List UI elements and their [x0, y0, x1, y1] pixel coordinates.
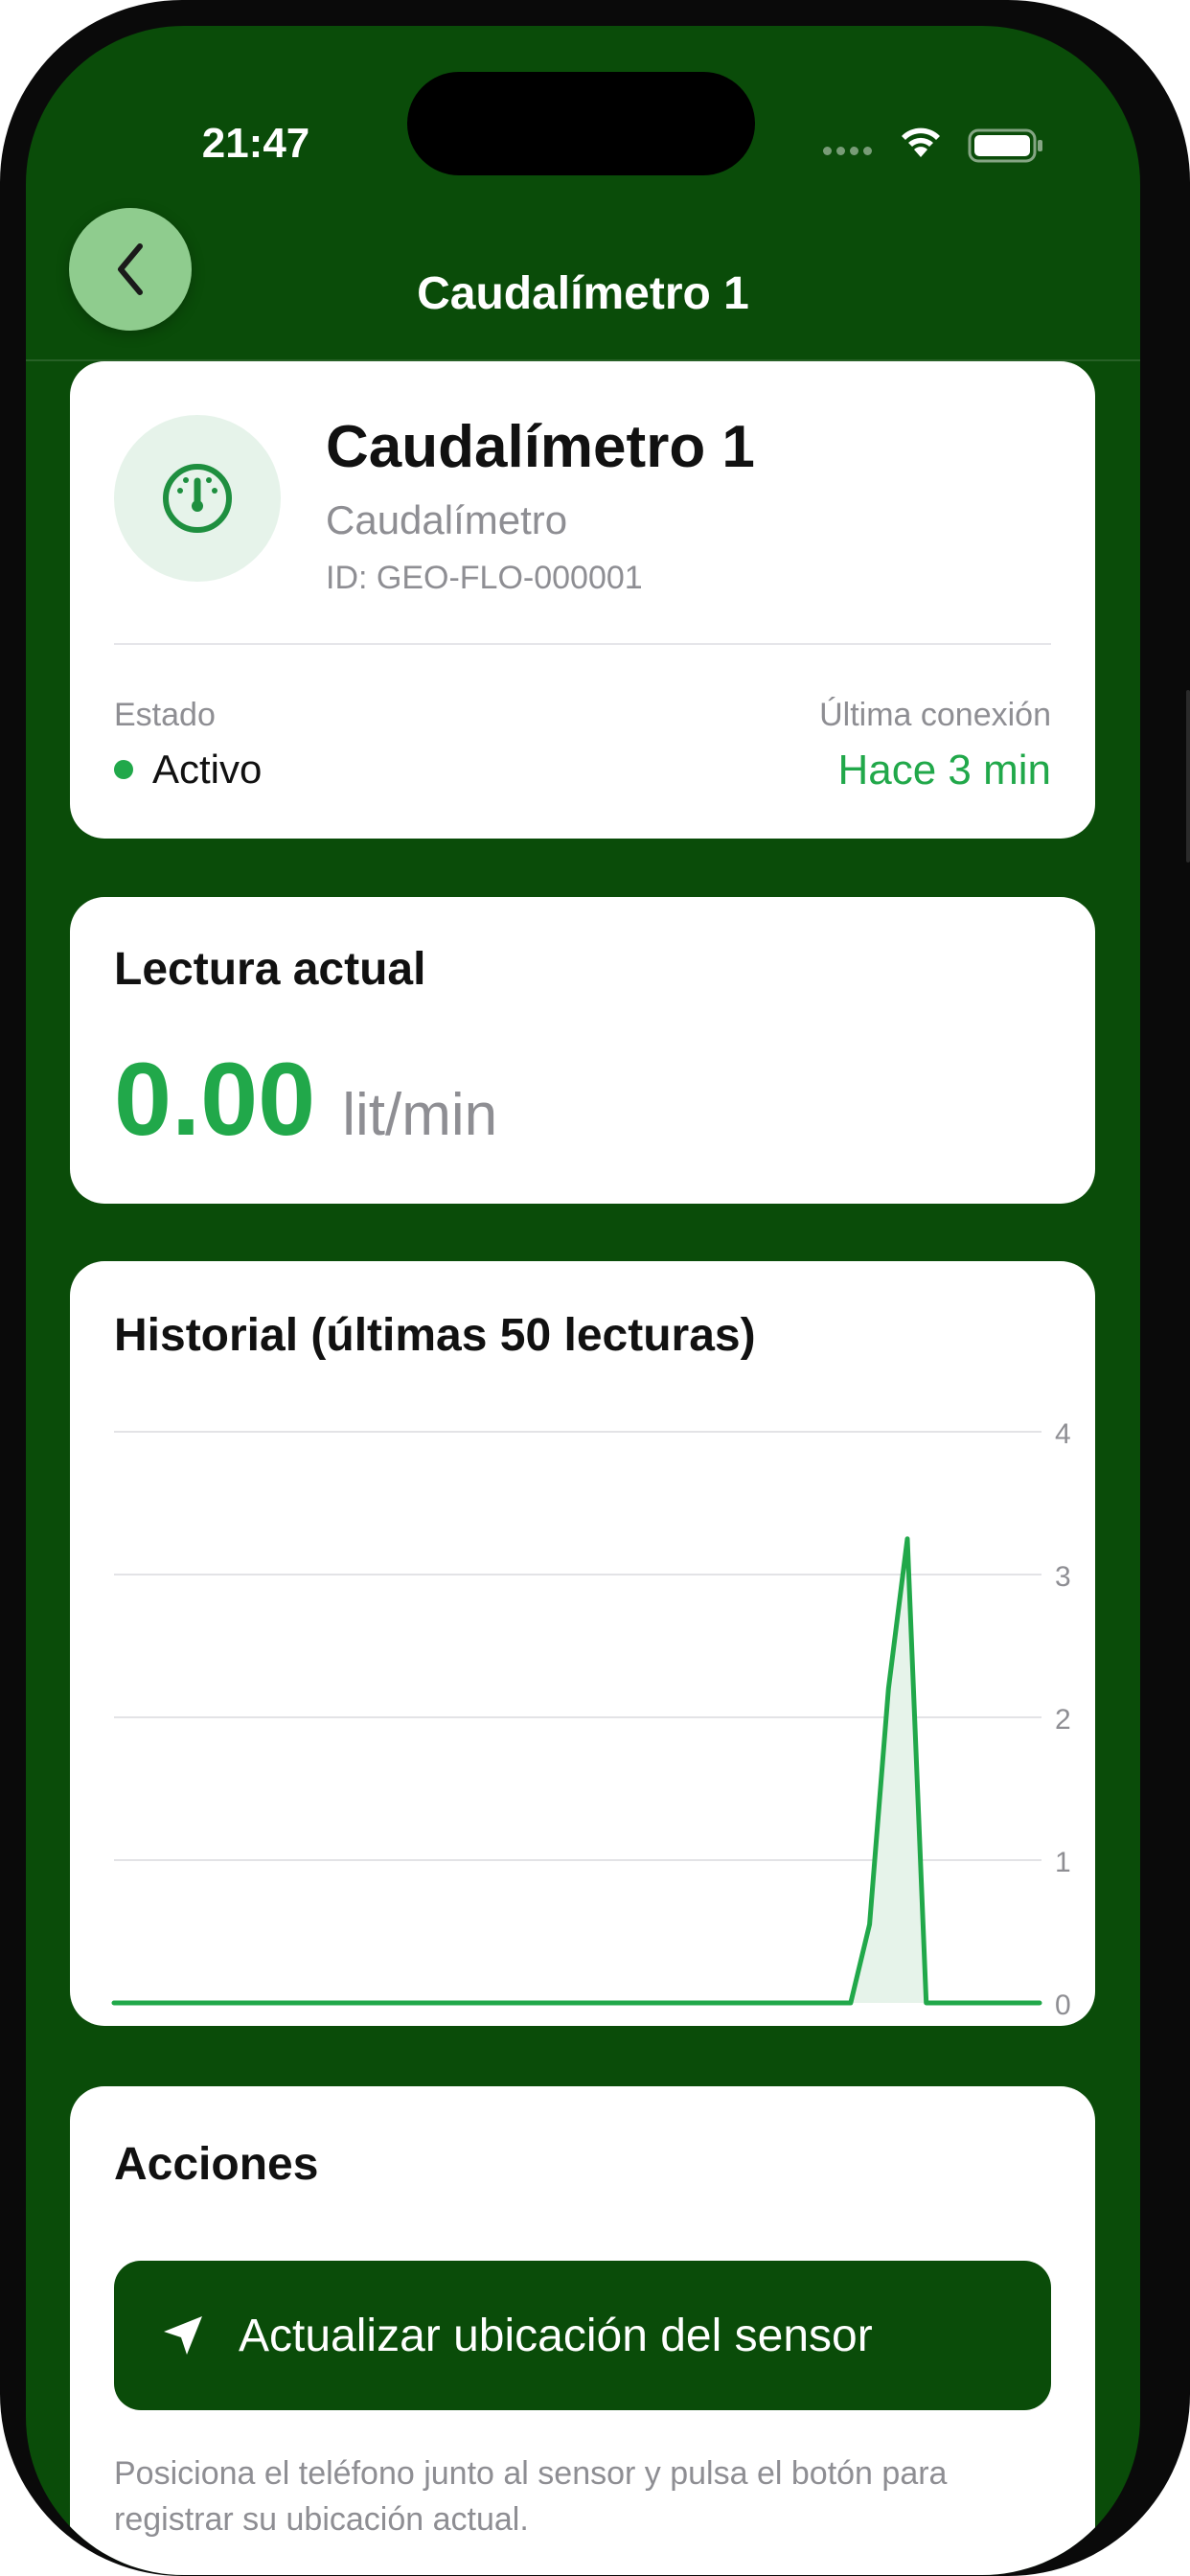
- nav-title: Caudalímetro 1: [417, 268, 749, 319]
- last-connection-value: Hace 3 min: [837, 747, 1051, 794]
- sensor-info-card: Caudalímetro 1 Caudalímetro ID: GEO-FLO-…: [70, 361, 1095, 839]
- last-connection-label: Última conexión: [819, 697, 1051, 733]
- history-card: Historial (últimas 50 lecturas) 01234: [70, 1261, 1095, 2026]
- back-button[interactable]: [69, 208, 192, 331]
- chevron-left-icon: [118, 243, 143, 295]
- status-dot-icon: [114, 760, 133, 779]
- sensor-icon-badge: [114, 415, 281, 582]
- status-row: Activo: [114, 747, 262, 793]
- actions-title: Acciones: [114, 2139, 319, 2190]
- reading-title: Lectura actual: [114, 944, 426, 995]
- status-value: Activo: [152, 747, 263, 792]
- reading-row: 0.00 lit/min: [114, 1039, 497, 1159]
- current-reading-card: Lectura actual 0.00 lit/min: [70, 897, 1095, 1204]
- sensor-id: ID: GEO-FLO-000001: [326, 560, 643, 596]
- y-tick-label: 1: [1055, 1847, 1071, 1878]
- signal-icon: [823, 143, 877, 160]
- actions-hint: Posiciona el teléfono junto al sensor y …: [114, 2455, 948, 2538]
- card-divider: [114, 643, 1051, 645]
- sensor-type: Caudalímetro: [326, 497, 568, 542]
- sensor-name: Caudalímetro 1: [326, 414, 755, 480]
- app-screen: 21:47 Caudalímetro 1 Caudalímetro 1 Caud…: [26, 26, 1140, 2575]
- status-label: Estado: [114, 697, 216, 733]
- actions-card: Acciones Actualizar ubicación del sensor…: [70, 2086, 1095, 2575]
- y-tick-label: 3: [1055, 1561, 1071, 1593]
- reading-value: 0.00: [114, 1041, 316, 1157]
- reading-unit: lit/min: [342, 1082, 498, 1148]
- history-chart: 0 1 2 3 4: [111, 1418, 1071, 2021]
- update-location-label: Actualizar ubicación del sensor: [239, 2310, 873, 2361]
- dynamic-island: [407, 72, 755, 175]
- status-time: 21:47: [201, 120, 310, 167]
- y-tick-label: 0: [1055, 1990, 1071, 2021]
- wifi-icon: [898, 125, 944, 164]
- battery-icon: [968, 128, 1044, 168]
- update-location-button[interactable]: Actualizar ubicación del sensor: [114, 2261, 1051, 2410]
- y-tick-label: 2: [1055, 1704, 1071, 1736]
- side-button: [1186, 690, 1190, 862]
- y-tick-label: 4: [1055, 1418, 1071, 1450]
- gauge-icon: [163, 464, 232, 533]
- location-arrow-icon: [164, 2316, 202, 2355]
